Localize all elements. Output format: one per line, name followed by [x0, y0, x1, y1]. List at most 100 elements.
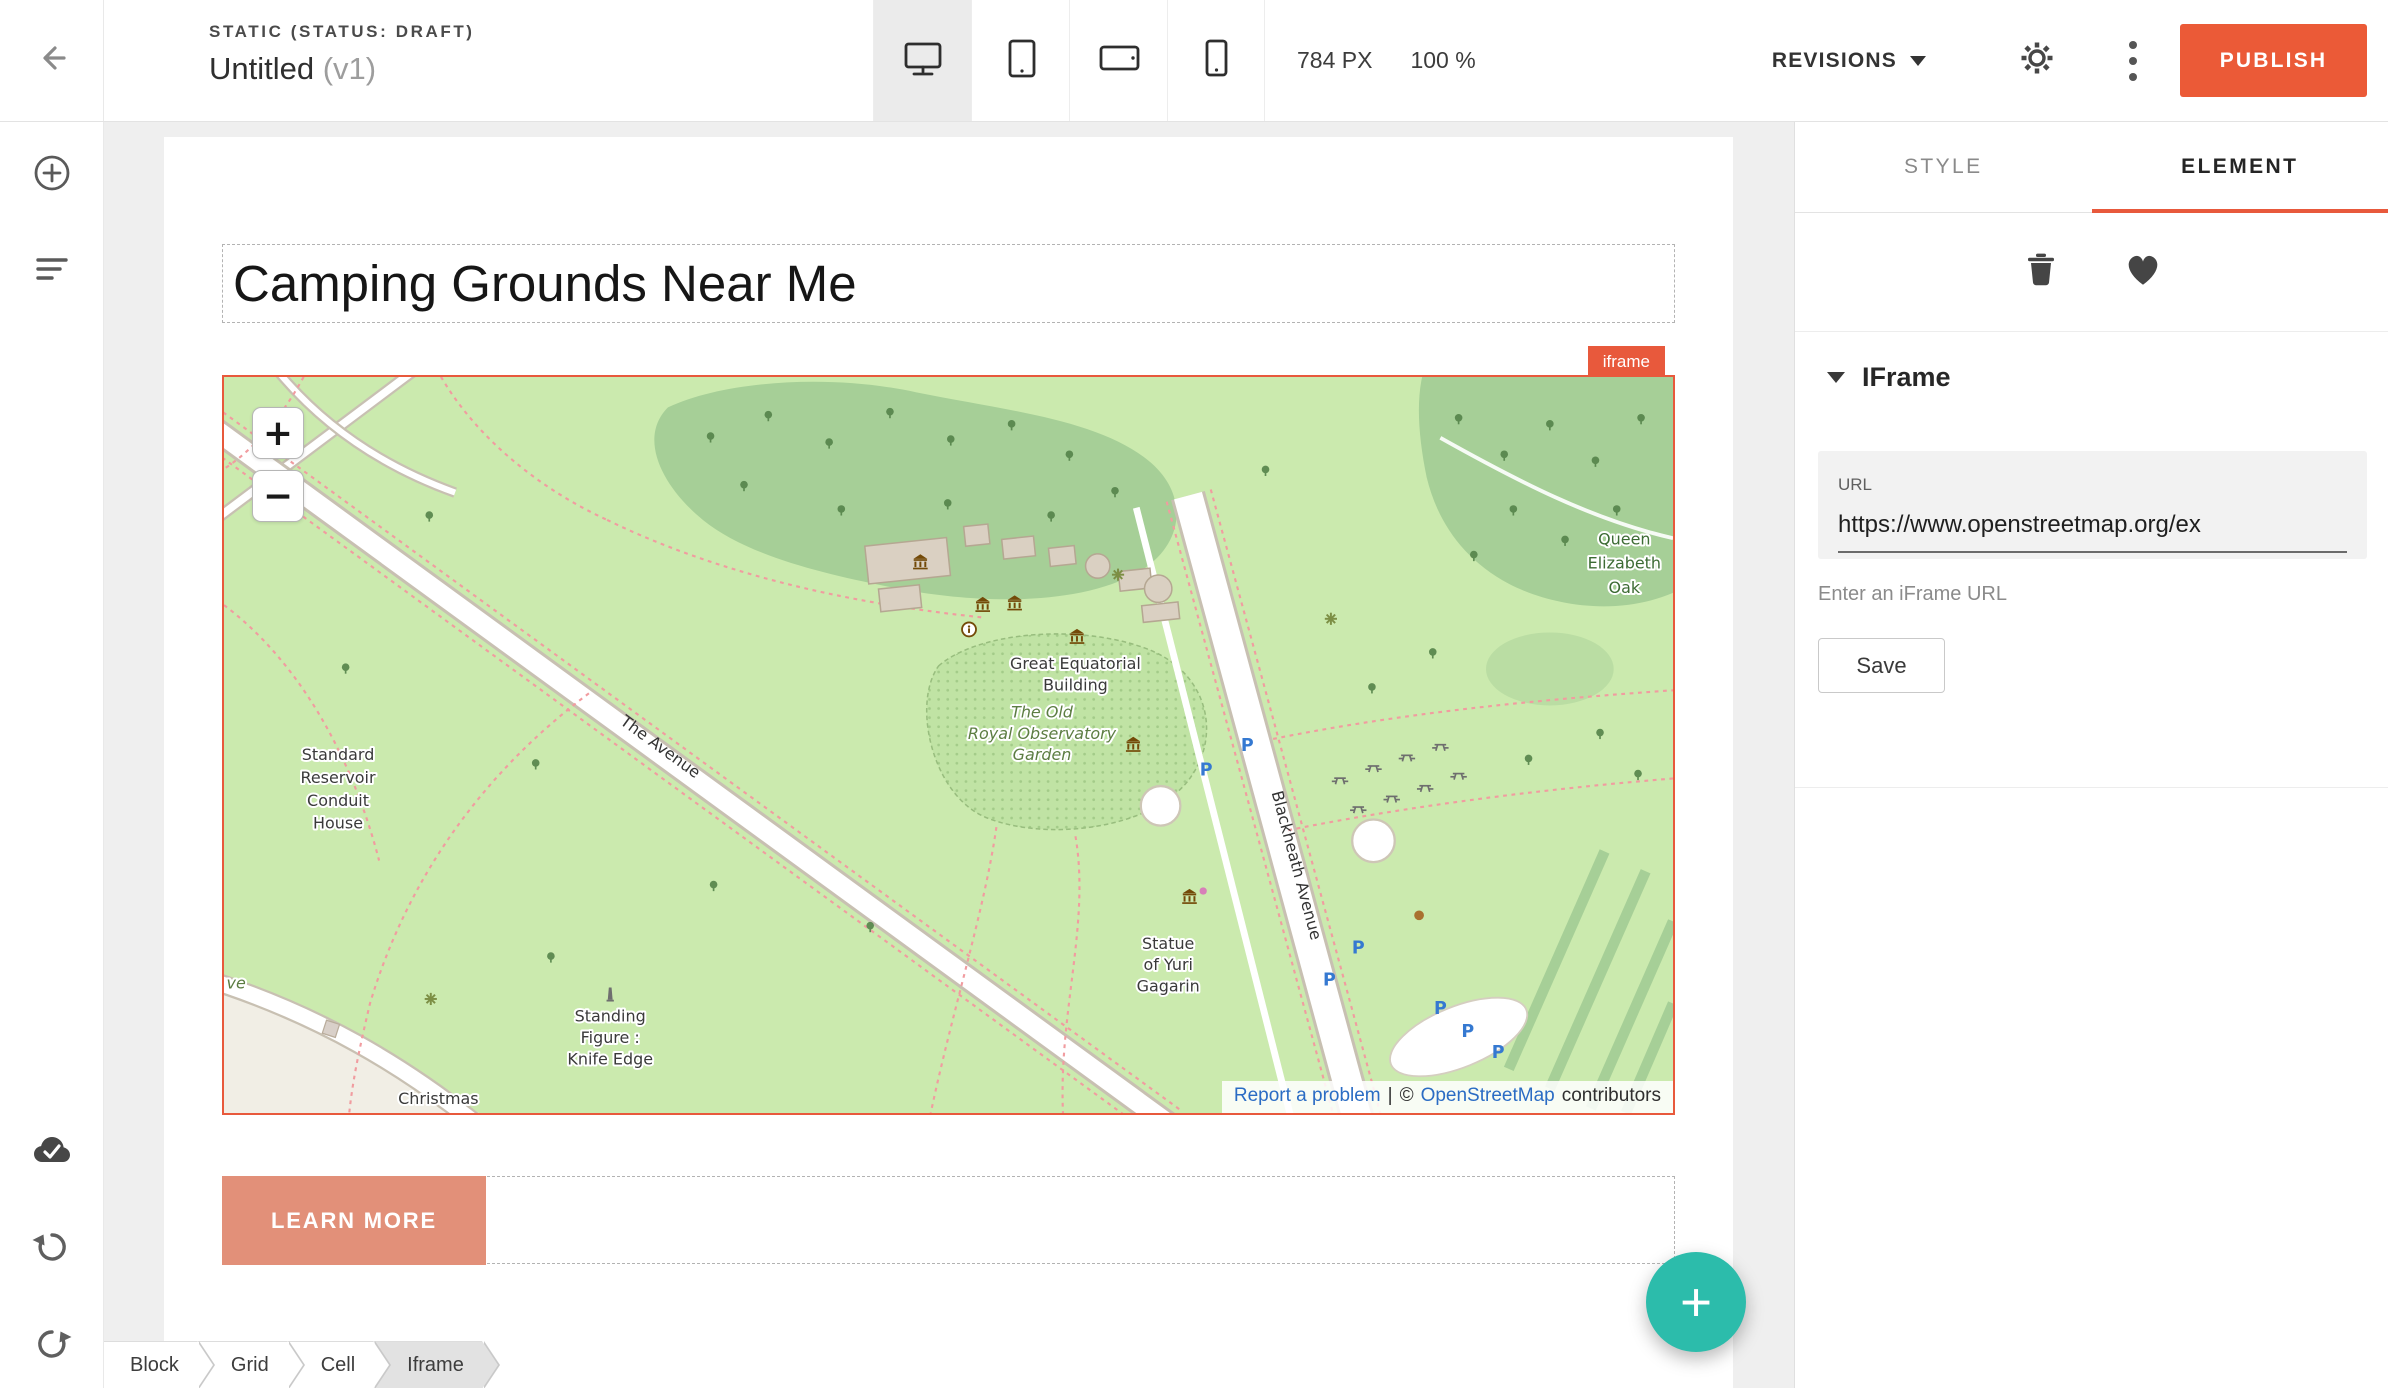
device-desktop-button[interactable]	[873, 0, 971, 121]
kebab-icon	[2129, 41, 2137, 81]
map-zoom-in-button[interactable]: +	[252, 407, 304, 459]
undo-button[interactable]	[0, 1213, 104, 1285]
device-tablet-button[interactable]	[971, 0, 1069, 121]
back-button[interactable]	[0, 0, 104, 121]
cloud-check-icon	[29, 1128, 75, 1179]
map-zoom-out-button[interactable]: −	[252, 470, 304, 522]
svg-text:Royal Observatory: Royal Observatory	[968, 724, 1117, 743]
panel-tabs: STYLE ELEMENT	[1795, 122, 2388, 213]
revisions-dropdown[interactable]: REVISIONS	[1772, 0, 1926, 121]
breadcrumb: Block Grid Cell Iframe	[104, 1341, 482, 1388]
settings-button[interactable]	[2008, 0, 2066, 121]
svg-text:Christmas: Christmas	[398, 1089, 478, 1108]
favorite-element-button[interactable]	[2115, 244, 2171, 300]
add-block-button[interactable]	[0, 139, 104, 211]
breadcrumb-item-block[interactable]: Block	[104, 1341, 197, 1388]
page-heading: Camping Grounds Near Me	[223, 254, 857, 313]
viewport-info: 784 PX 100 %	[1297, 0, 1476, 121]
svg-text:Great Equatorial: Great Equatorial	[1010, 654, 1141, 673]
editor-app: STATIC (STATUS: DRAFT) Untitled (v1)	[0, 0, 2388, 1388]
topbar: STATIC (STATUS: DRAFT) Untitled (v1)	[0, 0, 2388, 122]
tab-element[interactable]: ELEMENT	[2092, 122, 2388, 212]
redo-button[interactable]	[0, 1310, 104, 1382]
section-title: IFrame	[1862, 362, 1951, 393]
chevron-down-icon	[1910, 56, 1926, 66]
document-version: (v1)	[323, 51, 376, 86]
svg-text:The Old: The Old	[1011, 703, 1074, 722]
svg-text:ve: ve	[227, 973, 246, 992]
tablet-icon	[999, 36, 1043, 85]
osm-link[interactable]: OpenStreetMap	[1421, 1085, 1555, 1107]
iframe-badge: iframe	[1588, 346, 1665, 377]
document-name: Untitled	[209, 51, 314, 86]
map-attribution: Report a problem | © OpenStreetMap contr…	[1222, 1081, 1673, 1113]
svg-text:P: P	[1241, 736, 1254, 756]
menu-button[interactable]	[0, 235, 104, 307]
url-helper-text: Enter an iFrame URL	[1818, 583, 2388, 606]
svg-text:Queen: Queen	[1598, 529, 1650, 548]
heart-icon	[2122, 249, 2164, 296]
svg-text:P: P	[1352, 938, 1365, 958]
url-field-group: URL	[1818, 451, 2367, 559]
copyright-symbol: ©	[1400, 1085, 1414, 1107]
zoom-level-label: 100 %	[1410, 47, 1475, 74]
svg-text:P: P	[1492, 1043, 1505, 1063]
redo-icon	[30, 1322, 74, 1371]
svg-text:P: P	[1434, 999, 1447, 1019]
svg-text:House: House	[313, 814, 363, 833]
gear-icon	[2016, 37, 2058, 84]
svg-text:Conduit: Conduit	[307, 791, 369, 810]
undo-icon	[30, 1225, 74, 1274]
iframe-section-header[interactable]: IFrame	[1795, 332, 2388, 422]
save-button[interactable]: Save	[1818, 638, 1945, 693]
svg-text:of Yuri: of Yuri	[1143, 955, 1192, 974]
url-input[interactable]	[1838, 511, 2347, 553]
svg-text:Elizabeth: Elizabeth	[1588, 554, 1661, 573]
viewport-width-label: 784 PX	[1297, 47, 1372, 74]
learn-more-button[interactable]: LEARN MORE	[222, 1176, 486, 1265]
svg-text:P: P	[1461, 1022, 1474, 1042]
trash-icon	[2021, 250, 2061, 295]
back-arrow-icon	[32, 38, 72, 83]
svg-text:P: P	[1323, 970, 1336, 990]
overflow-menu-button[interactable]	[2108, 0, 2158, 121]
page-card: Camping Grounds Near Me iframe	[164, 137, 1733, 1388]
button-block[interactable]: LEARN MORE	[222, 1176, 1675, 1264]
document-title-group: STATIC (STATUS: DRAFT) Untitled (v1)	[209, 22, 475, 87]
attribution-divider: |	[1388, 1085, 1393, 1107]
heading-block[interactable]: Camping Grounds Near Me	[222, 244, 1675, 323]
svg-text:Garden: Garden	[1013, 745, 1072, 764]
collapse-caret-icon	[1827, 372, 1845, 383]
device-mobile-landscape-button[interactable]	[1069, 0, 1167, 121]
publish-button[interactable]: PUBLISH	[2180, 24, 2367, 97]
contributors-label: contributors	[1562, 1085, 1661, 1107]
report-problem-link[interactable]: Report a problem	[1234, 1085, 1381, 1107]
map-zoom-controls: + −	[252, 407, 304, 522]
desktop-icon	[901, 36, 945, 85]
svg-text:Oak: Oak	[1609, 578, 1641, 597]
iframe-block[interactable]: iframe	[222, 375, 1675, 1115]
menu-lines-icon	[32, 249, 72, 294]
tab-style[interactable]: STYLE	[1795, 122, 2092, 212]
mobile-landscape-icon	[1097, 36, 1141, 85]
autosave-indicator[interactable]	[0, 1117, 104, 1189]
map[interactable]: P P P P P P P The Avenue Blackheath Aven…	[224, 377, 1673, 1113]
fab-add-button[interactable]: +	[1646, 1252, 1746, 1352]
svg-text:P: P	[1200, 760, 1213, 780]
mobile-portrait-icon	[1194, 36, 1238, 85]
map-svg: P P P P P P P The Avenue Blackheath Aven…	[224, 377, 1673, 1113]
svg-text:Building: Building	[1043, 675, 1108, 694]
page-title: Untitled (v1)	[209, 51, 475, 87]
left-toolbar	[0, 122, 104, 1388]
svg-text:Figure :: Figure :	[581, 1028, 640, 1047]
right-panel: STYLE ELEMENT IFrame URL Enter an iFram	[1794, 122, 2388, 1388]
url-label: URL	[1838, 475, 2347, 495]
delete-element-button[interactable]	[2013, 244, 2069, 300]
plus-icon: +	[1680, 1270, 1712, 1334]
panel-divider	[1795, 787, 2388, 788]
editor-canvas: Camping Grounds Near Me iframe	[104, 122, 1794, 1388]
device-mobile-portrait-button[interactable]	[1167, 0, 1265, 121]
svg-text:Statue: Statue	[1142, 934, 1194, 953]
svg-text:Standard: Standard	[302, 745, 375, 764]
plus-circle-icon	[30, 151, 74, 200]
